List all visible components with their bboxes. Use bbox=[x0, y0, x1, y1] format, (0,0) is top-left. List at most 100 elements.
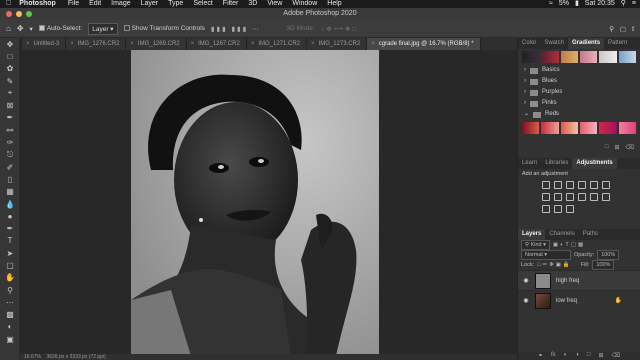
rectangle-tool-icon[interactable]: ▢ bbox=[0, 259, 20, 271]
auto-select-target-dropdown[interactable]: Layer ▾ bbox=[88, 22, 118, 35]
close-tab-icon[interactable]: × bbox=[311, 41, 315, 47]
gradient-folder-open[interactable]: ⌄ Reds bbox=[518, 109, 640, 120]
layer-row[interactable]: ◉ low freq ✋ bbox=[518, 290, 640, 310]
tab-channels[interactable]: Channels bbox=[545, 229, 578, 240]
gradient-folder[interactable]: › Pinks bbox=[518, 98, 640, 109]
wifi-icon[interactable]: ≈ bbox=[549, 0, 553, 8]
levels-icon[interactable] bbox=[554, 181, 562, 189]
adjustment-layer-icon[interactable]: ◑ bbox=[575, 352, 579, 360]
menu-file[interactable]: File bbox=[68, 0, 79, 8]
blend-mode-dropdown[interactable]: Normal ▾ bbox=[521, 250, 571, 260]
battery-text[interactable]: 5% bbox=[559, 0, 569, 8]
app-menu[interactable]: Photoshop bbox=[19, 0, 56, 8]
layer-row[interactable]: ◉ high freq bbox=[518, 270, 640, 290]
folder-icon[interactable]: □ bbox=[605, 144, 609, 158]
curves-icon[interactable] bbox=[566, 181, 574, 189]
posterize-icon[interactable] bbox=[542, 205, 550, 213]
tab-adjustments[interactable]: Adjustments bbox=[572, 158, 617, 169]
doc-tab[interactable]: × IMG_1269.CR2 bbox=[126, 38, 187, 50]
layer-kind-dropdown[interactable]: ⚲ Kind ▾ bbox=[521, 240, 550, 250]
close-tab-icon[interactable]: × bbox=[371, 41, 375, 47]
minimize-window-button[interactable] bbox=[16, 11, 22, 17]
hand-tool-icon[interactable]: ✋ bbox=[0, 272, 20, 284]
menu-filter[interactable]: Filter bbox=[223, 0, 239, 8]
color-lookup-icon[interactable] bbox=[590, 193, 598, 201]
quick-select-tool-icon[interactable]: ✎ bbox=[0, 75, 20, 87]
auto-select-checkbox[interactable]: Auto-Select: bbox=[38, 25, 82, 32]
menu-type[interactable]: Type bbox=[168, 0, 183, 8]
gradient-swatch[interactable] bbox=[522, 122, 540, 134]
menu-layer[interactable]: Layer bbox=[141, 0, 159, 8]
brightness-icon[interactable] bbox=[542, 181, 550, 189]
fx-icon[interactable]: fx bbox=[551, 352, 556, 360]
layer-filter-icons[interactable]: ▣◐T▢▩ bbox=[553, 242, 585, 248]
doc-tab[interactable]: × IMG_1267.CR2 bbox=[186, 38, 247, 50]
dodge-tool-icon[interactable]: ● bbox=[0, 210, 20, 222]
doc-tab[interactable]: × IMG_1273.CR2 bbox=[307, 38, 368, 50]
gradient-swatch[interactable] bbox=[541, 51, 559, 63]
vibrance-icon[interactable] bbox=[590, 181, 598, 189]
tab-learn[interactable]: Learn bbox=[518, 158, 541, 169]
home-icon[interactable]: ⌂ bbox=[6, 24, 11, 33]
close-tab-icon[interactable]: × bbox=[70, 41, 74, 47]
move-tool-icon[interactable]: ✥ bbox=[0, 38, 20, 50]
link-icon[interactable]: ⚭ bbox=[538, 352, 543, 360]
gradient-swatch[interactable] bbox=[541, 122, 559, 134]
transform-controls-checkbox[interactable]: Show Transform Controls bbox=[123, 25, 205, 32]
align-icons[interactable]: ▮▮▮ ▮▮▮ ⋯ bbox=[211, 25, 261, 33]
black-white-icon[interactable] bbox=[554, 193, 562, 201]
marquee-tool-icon[interactable]: □ bbox=[0, 50, 20, 62]
tool-preset-dropdown[interactable]: ▾ bbox=[30, 25, 33, 33]
tab-paths[interactable]: Paths bbox=[579, 229, 602, 240]
close-tab-icon[interactable]: × bbox=[191, 41, 195, 47]
healing-brush-tool-icon[interactable]: ⚯ bbox=[0, 124, 20, 136]
zoom-tool-icon[interactable]: ⚲ bbox=[0, 284, 20, 296]
path-select-tool-icon[interactable]: ➤ bbox=[0, 247, 20, 259]
gradient-swatch[interactable] bbox=[599, 51, 617, 63]
doc-tab[interactable]: × IMG_1271.CR2 bbox=[246, 38, 308, 50]
more-tools-icon[interactable]: ⋯ bbox=[0, 296, 20, 308]
tab-layers[interactable]: Layers bbox=[518, 229, 546, 240]
color-balance-icon[interactable] bbox=[542, 193, 550, 201]
mask-icon[interactable]: ◐ bbox=[564, 352, 568, 360]
clone-stamp-tool-icon[interactable]: ⎋ bbox=[0, 149, 20, 161]
clock-text[interactable]: Sat 20:35 bbox=[585, 0, 615, 8]
gradient-swatch[interactable] bbox=[579, 51, 598, 63]
menu-select[interactable]: Select bbox=[193, 0, 212, 8]
canvas-area[interactable] bbox=[20, 50, 517, 356]
invert-icon[interactable] bbox=[602, 193, 610, 201]
gradient-swatch[interactable] bbox=[560, 51, 578, 63]
menu-help[interactable]: Help bbox=[327, 0, 341, 8]
eraser-tool-icon[interactable]: ▯ bbox=[0, 173, 20, 185]
color-swatches-icon[interactable]: ▩ bbox=[0, 309, 20, 321]
zoom-window-button[interactable] bbox=[26, 11, 32, 17]
gradient-swatch[interactable] bbox=[579, 122, 598, 134]
eyedropper-tool-icon[interactable]: ✒ bbox=[0, 112, 20, 124]
gradient-swatch[interactable] bbox=[618, 122, 636, 134]
search-icon[interactable]: ⚲ bbox=[621, 0, 626, 8]
screen-mode-icon[interactable]: ▣ bbox=[0, 333, 20, 345]
doc-tab[interactable]: × IMG_1276.CR2 bbox=[66, 38, 127, 50]
share-icon[interactable]: ⇧ bbox=[631, 25, 636, 33]
gradient-folder[interactable]: › Basics bbox=[518, 65, 640, 76]
move-tool-icon[interactable]: ✥ bbox=[17, 24, 24, 33]
doc-tab[interactable]: × Untitled-3 bbox=[22, 38, 67, 50]
gradient-map-icon[interactable] bbox=[566, 205, 574, 213]
menu-edit[interactable]: Edit bbox=[89, 0, 101, 8]
search-icon[interactable]: ⚲ bbox=[609, 25, 614, 33]
folder-icon[interactable]: □ bbox=[587, 352, 591, 360]
tab-gradients[interactable]: Gradients bbox=[568, 38, 605, 49]
fill-field[interactable]: 100% bbox=[592, 260, 615, 270]
photo-filter-icon[interactable] bbox=[566, 193, 574, 201]
trash-icon[interactable]: ⌫ bbox=[626, 144, 634, 158]
exposure-icon[interactable] bbox=[578, 181, 586, 189]
type-tool-icon[interactable]: T bbox=[0, 235, 20, 247]
gradient-folder[interactable]: › Blues bbox=[518, 76, 640, 87]
visibility-eye-icon[interactable]: ◉ bbox=[522, 277, 530, 284]
lasso-tool-icon[interactable]: ✿ bbox=[0, 63, 20, 75]
close-window-button[interactable] bbox=[6, 11, 12, 17]
tab-swatches[interactable]: Swatch bbox=[540, 38, 568, 49]
menu-window[interactable]: Window bbox=[292, 0, 317, 8]
close-tab-icon[interactable]: × bbox=[26, 41, 30, 47]
tab-patterns[interactable]: Pattern bbox=[604, 38, 631, 49]
